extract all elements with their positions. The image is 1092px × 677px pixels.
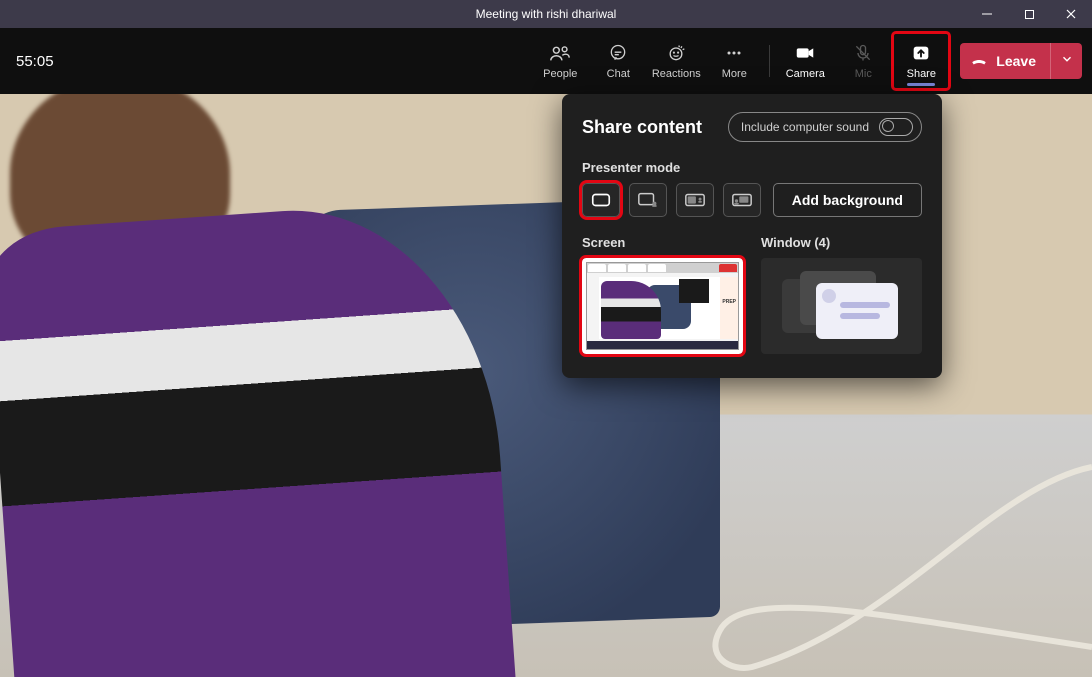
camera-icon xyxy=(794,42,816,64)
share-screen-section: Screen PREP xyxy=(582,235,743,354)
presenter-mode-side-by-side[interactable] xyxy=(676,183,714,217)
mic-button[interactable]: Mic xyxy=(834,32,892,90)
presenter-mode-label: Presenter mode xyxy=(582,160,922,175)
share-content-panel: Share content Include computer sound Pre… xyxy=(562,94,942,378)
chevron-down-icon xyxy=(1060,52,1074,71)
mini-prep-text: PREP xyxy=(722,299,736,305)
reactions-label: Reactions xyxy=(652,68,701,80)
include-sound-toggle[interactable]: Include computer sound xyxy=(728,112,922,142)
people-label: People xyxy=(543,68,577,80)
people-icon xyxy=(549,42,571,64)
share-active-indicator xyxy=(907,83,935,86)
meeting-toolbar: 55:05 People Chat Reactions More xyxy=(0,28,1092,94)
share-label: Share xyxy=(907,68,936,80)
add-background-button[interactable]: Add background xyxy=(773,183,922,217)
window-title: Meeting with rishi dhariwal xyxy=(476,7,617,21)
screen-preview: PREP xyxy=(586,262,739,350)
window-section-label: Window (4) xyxy=(761,235,922,250)
share-button[interactable]: Share xyxy=(892,32,950,90)
screen-thumbnail[interactable]: PREP xyxy=(582,258,743,354)
chat-icon xyxy=(607,42,629,64)
more-button[interactable]: More xyxy=(705,32,763,90)
close-button[interactable] xyxy=(1050,0,1092,28)
camera-button[interactable]: Camera xyxy=(776,32,834,90)
people-button[interactable]: People xyxy=(531,32,589,90)
camera-label: Camera xyxy=(786,68,825,80)
toolbar-divider xyxy=(769,45,770,77)
hangup-icon xyxy=(970,51,988,72)
leave-dropdown[interactable] xyxy=(1050,43,1082,79)
reactions-icon xyxy=(665,42,687,64)
toggle-switch-icon xyxy=(879,118,913,136)
mic-off-icon xyxy=(852,42,874,64)
minimize-button[interactable] xyxy=(966,0,1008,28)
share-tray-icon xyxy=(910,42,932,64)
titlebar: Meeting with rishi dhariwal xyxy=(0,0,1092,28)
window-stack-icon xyxy=(782,271,902,341)
more-label: More xyxy=(722,68,747,80)
mic-label: Mic xyxy=(855,68,872,80)
chat-label: Chat xyxy=(607,68,630,80)
meeting-timer: 55:05 xyxy=(10,53,54,70)
leave-label: Leave xyxy=(996,53,1036,69)
include-sound-label: Include computer sound xyxy=(741,120,869,134)
presenter-mode-content-only[interactable] xyxy=(582,183,620,217)
chat-button[interactable]: Chat xyxy=(589,32,647,90)
presenter-mode-standout[interactable] xyxy=(629,183,667,217)
toolbar-right: People Chat Reactions More Camera xyxy=(531,32,1082,90)
window-thumbnail[interactable] xyxy=(761,258,922,354)
share-panel-title: Share content xyxy=(582,117,702,138)
cable-prop xyxy=(692,427,1092,677)
screen-section-label: Screen xyxy=(582,235,743,250)
presenter-mode-row: Add background xyxy=(582,183,922,217)
presenter-mode-reporter[interactable] xyxy=(723,183,761,217)
share-window-section: Window (4) xyxy=(761,235,922,354)
window-controls xyxy=(966,0,1092,28)
leave-button[interactable]: Leave xyxy=(960,43,1050,79)
reactions-button[interactable]: Reactions xyxy=(647,32,705,90)
participant-video xyxy=(0,94,520,677)
add-background-label: Add background xyxy=(792,192,903,208)
more-icon xyxy=(723,42,745,64)
maximize-button[interactable] xyxy=(1008,0,1050,28)
leave-group: Leave xyxy=(960,43,1082,79)
